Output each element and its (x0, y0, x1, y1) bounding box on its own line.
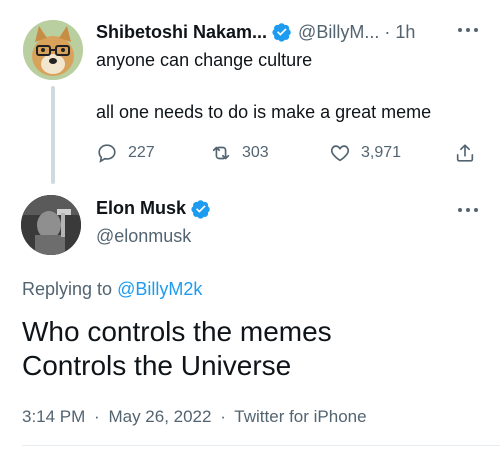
share-button[interactable] (454, 142, 486, 164)
more-options-icon[interactable] (456, 24, 480, 36)
main-author-name[interactable]: Elon Musk (96, 198, 186, 219)
retweet-icon (212, 146, 230, 160)
thread-connector-line (51, 86, 55, 184)
verified-badge-icon (191, 199, 210, 219)
like-icon (330, 145, 350, 162)
more-options-icon[interactable] (456, 204, 480, 216)
verified-badge-icon (272, 23, 291, 42)
header-separator: · (384, 21, 391, 42)
main-tweet-body: Who controls the memes Controls the Univ… (22, 315, 332, 383)
meta-separator-1: · (94, 407, 100, 426)
parent-tweet-actions: 227 303 3,971 (96, 142, 486, 166)
like-button[interactable]: 3,971 (329, 142, 401, 164)
replying-to-mention[interactable]: @BillyM2k (117, 279, 202, 299)
like-count: 3,971 (361, 144, 402, 161)
reply-count: 227 (128, 144, 155, 161)
retweet-count: 303 (242, 144, 269, 161)
replying-prefix: Replying to (22, 279, 113, 299)
tweet-source[interactable]: Twitter for iPhone (234, 407, 366, 426)
parent-tweet-text-line-1: anyone can change culture (96, 50, 313, 70)
doge-avatar-icon (23, 20, 83, 80)
parent-tweet-text-line-2: all one needs to do is make a great meme (96, 102, 432, 122)
retweet-button[interactable]: 303 (210, 142, 269, 164)
main-tweet-text-line-1: Who controls the memes (22, 316, 332, 347)
reply-icon (98, 144, 116, 163)
reply-button[interactable]: 227 (96, 142, 155, 164)
parent-time-ago[interactable]: 1h (395, 22, 415, 43)
avatar-shibetoshi[interactable] (23, 20, 83, 80)
main-tweet-text-line-2: Controls the Universe (22, 350, 292, 381)
tweet-time[interactable]: 3:14 PM (22, 407, 85, 426)
meta-separator-2: · (220, 407, 226, 426)
avatar-elon-musk[interactable] (21, 195, 81, 255)
tweet-date[interactable]: May 26, 2022 (108, 407, 211, 426)
replying-to-line: Replying to @BillyM2k (22, 279, 202, 300)
divider (22, 445, 500, 446)
tweet-metadata: 3:14 PM · May 26, 2022 · Twitter for iPh… (22, 407, 367, 427)
main-author-row: Elon Musk (96, 198, 217, 219)
profile-photo-icon (21, 195, 81, 255)
parent-author-name[interactable]: Shibetoshi Nakam... (96, 22, 267, 43)
parent-tweet-header: Shibetoshi Nakam... @BillyM... · 1h (96, 20, 415, 44)
main-author-handle[interactable]: @elonmusk (96, 226, 191, 247)
parent-author-handle[interactable]: @BillyM... (298, 22, 379, 43)
share-icon (456, 144, 474, 162)
